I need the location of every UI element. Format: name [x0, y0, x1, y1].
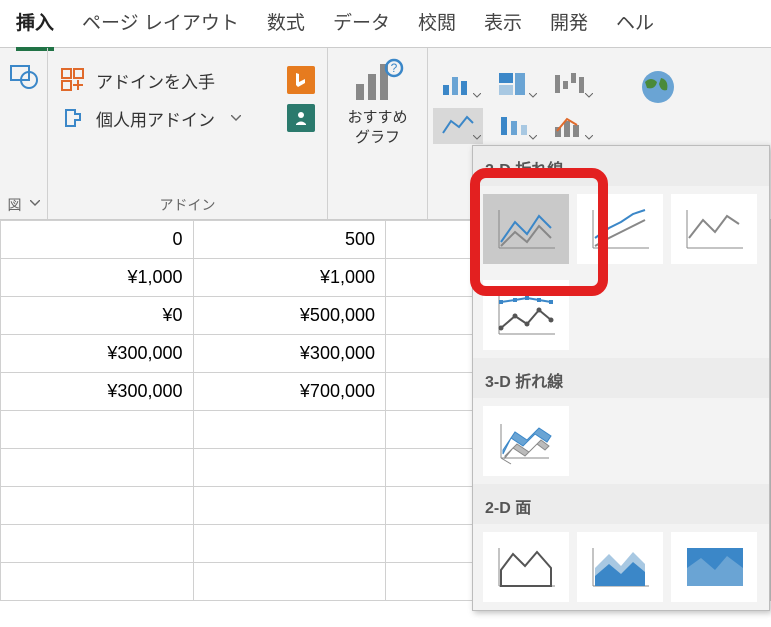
recommended-charts-label: おすすめ グラフ [347, 108, 407, 147]
combo-chart-button[interactable] [545, 108, 595, 144]
chart-type-100-stacked-line[interactable] [671, 194, 757, 264]
group-addins: アドインを入手 個人用アドイン アドイン [48, 48, 328, 219]
tab-view[interactable]: 表示 [484, 8, 522, 47]
tab-insert[interactable]: 挿入 [16, 8, 54, 51]
people-graph-icon[interactable] [287, 104, 315, 132]
chart-type-area[interactable] [483, 532, 569, 602]
column-chart-button[interactable] [433, 66, 483, 102]
svg-text:?: ? [391, 61, 398, 75]
cell[interactable] [1, 487, 194, 525]
addin-icon [60, 105, 86, 131]
my-addins-button[interactable]: 個人用アドイン [60, 104, 315, 132]
map-button[interactable] [637, 66, 679, 108]
cell[interactable]: ¥300,000 [1, 373, 194, 411]
cell[interactable] [193, 563, 386, 601]
waterfall-chart-button[interactable] [545, 66, 595, 102]
cell[interactable] [1, 525, 194, 563]
my-addins-label: 個人用アドイン [96, 106, 215, 131]
cell[interactable] [193, 449, 386, 487]
cell[interactable]: ¥1,000 [193, 259, 386, 297]
tab-help[interactable]: ヘル [616, 8, 654, 47]
cell[interactable] [1, 449, 194, 487]
group-recommended-charts: ? おすすめ グラフ [328, 48, 428, 219]
group-label-illustrations: 図 [8, 195, 22, 215]
cell[interactable] [193, 487, 386, 525]
cell[interactable]: ¥700,000 [193, 373, 386, 411]
section-2d-line: 2-D 折れ線 [473, 146, 769, 186]
statistic-chart-button[interactable] [489, 108, 539, 144]
group-label-addins: アドイン [160, 195, 216, 215]
group-illustrations: 図 [0, 48, 48, 219]
chart-type-100-stacked-area[interactable] [671, 532, 757, 602]
chart-type-3d-line[interactable] [483, 406, 569, 476]
cell[interactable] [193, 411, 386, 449]
store-icon [60, 67, 86, 93]
globe-icon [637, 66, 679, 108]
line-chart-dropdown: 2-D 折れ線 3-D 折れ線 2-D 面 [472, 145, 770, 611]
cell[interactable] [1, 411, 194, 449]
recommended-charts-button[interactable]: ? おすすめ グラフ [347, 56, 407, 147]
chart-type-line[interactable] [483, 194, 569, 264]
chart-type-stacked-area[interactable] [577, 532, 663, 602]
cell[interactable]: ¥300,000 [193, 335, 386, 373]
section-2d-area: 2-D 面 [473, 484, 769, 524]
chevron-down-icon[interactable] [231, 115, 241, 121]
chart-type-stacked-line[interactable] [577, 194, 663, 264]
cell[interactable]: ¥500,000 [193, 297, 386, 335]
bing-icon[interactable] [287, 66, 315, 94]
section-3d-line: 3-D 折れ線 [473, 358, 769, 398]
tab-page-layout[interactable]: ページ レイアウト [82, 8, 239, 47]
ribbon-tabs: 挿入 ページ レイアウト 数式 データ 校閲 表示 開発 ヘル [0, 0, 771, 48]
cell[interactable]: 500 [193, 221, 386, 259]
chart-type-line-markers[interactable] [483, 280, 569, 350]
cell[interactable]: ¥300,000 [1, 335, 194, 373]
cell[interactable] [1, 563, 194, 601]
get-addins-button[interactable]: アドインを入手 [60, 66, 315, 94]
cell[interactable]: 0 [1, 221, 194, 259]
tab-data[interactable]: データ [333, 8, 390, 47]
cell[interactable] [193, 525, 386, 563]
cell[interactable]: ¥0 [1, 297, 194, 335]
get-addins-label: アドインを入手 [96, 68, 215, 93]
shapes-button[interactable] [9, 62, 39, 90]
cell[interactable]: ¥1,000 [1, 259, 194, 297]
tab-developer[interactable]: 開発 [550, 8, 588, 47]
tab-formulas[interactable]: 数式 [267, 8, 305, 47]
tab-review[interactable]: 校閲 [418, 8, 456, 47]
chevron-down-icon[interactable] [30, 200, 40, 206]
hierarchy-chart-button[interactable] [489, 66, 539, 102]
recommended-chart-icon: ? [350, 56, 404, 104]
line-chart-button[interactable] [433, 108, 483, 144]
